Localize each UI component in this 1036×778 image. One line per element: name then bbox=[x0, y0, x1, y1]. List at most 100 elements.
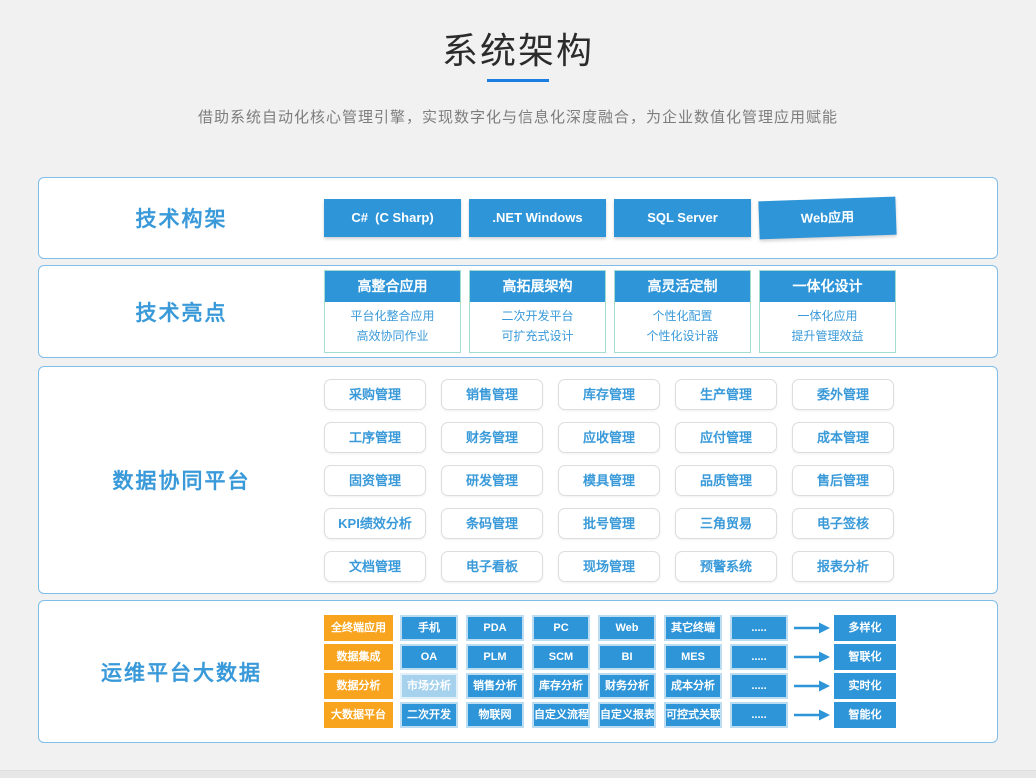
highlight-card-title: 高整合应用 bbox=[325, 271, 460, 302]
bigdata-category-button[interactable]: 全终端应用 bbox=[324, 615, 393, 641]
highlight-card-body: 一体化应用提升管理效益 bbox=[760, 302, 895, 352]
module-button[interactable]: 三角贸易 bbox=[675, 508, 777, 539]
bigdata-item-button[interactable]: ..... bbox=[730, 673, 788, 699]
module-button[interactable]: 委外管理 bbox=[792, 379, 894, 410]
module-button[interactable]: 应付管理 bbox=[675, 422, 777, 453]
highlight-card-line: 平台化整合应用 bbox=[325, 306, 460, 326]
module-button[interactable]: 条码管理 bbox=[441, 508, 543, 539]
module-button[interactable]: 生产管理 bbox=[675, 379, 777, 410]
title-underline bbox=[487, 79, 549, 82]
module-button[interactable]: 品质管理 bbox=[675, 465, 777, 496]
module-button[interactable]: 报表分析 bbox=[792, 551, 894, 582]
bigdata-category-button[interactable]: 数据集成 bbox=[324, 644, 393, 670]
module-button[interactable]: 批号管理 bbox=[558, 508, 660, 539]
bigdata-row: 大数据平台二次开发物联网自定义流程自定义报表可控式关联..... 智能化 bbox=[324, 702, 896, 728]
bigdata-category-button[interactable]: 数据分析 bbox=[324, 673, 393, 699]
module-button[interactable]: 电子看板 bbox=[441, 551, 543, 582]
module-button[interactable]: 财务管理 bbox=[441, 422, 543, 453]
module-grid: 采购管理销售管理库存管理生产管理委外管理工序管理财务管理应收管理应付管理成本管理… bbox=[324, 379, 894, 582]
tech-button[interactable]: SQL Server bbox=[614, 199, 751, 237]
highlight-card-line: 提升管理效益 bbox=[760, 326, 895, 346]
highlight-card-title: 高拓展架构 bbox=[470, 271, 605, 302]
page-subtitle: 借助系统自动化核心管理引擎，实现数字化与信息化深度融合，为企业数值化管理应用赋能 bbox=[0, 106, 1036, 127]
bigdata-item-button[interactable]: Web bbox=[598, 615, 656, 641]
bigdata-item-button[interactable]: PLM bbox=[466, 644, 524, 670]
module-button[interactable]: 销售管理 bbox=[441, 379, 543, 410]
bigdata-item-button[interactable]: 成本分析 bbox=[664, 673, 722, 699]
bigdata-item-button[interactable]: PDA bbox=[466, 615, 524, 641]
bigdata-row: 数据分析市场分析销售分析库存分析财务分析成本分析..... 实时化 bbox=[324, 673, 896, 699]
bigdata-item-button[interactable]: SCM bbox=[532, 644, 590, 670]
footer-strip bbox=[0, 770, 1036, 778]
bigdata-item-button[interactable]: 自定义报表 bbox=[598, 702, 656, 728]
bigdata-item-button[interactable]: 二次开发 bbox=[400, 702, 458, 728]
bigdata-result-button[interactable]: 智联化 bbox=[834, 644, 896, 670]
bigdata-item-button[interactable]: 手机 bbox=[400, 615, 458, 641]
bigdata-category-button[interactable]: 大数据平台 bbox=[324, 702, 393, 728]
module-button[interactable]: 研发管理 bbox=[441, 465, 543, 496]
bigdata-item-button[interactable]: BI bbox=[598, 644, 656, 670]
module-button[interactable]: 售后管理 bbox=[792, 465, 894, 496]
module-button[interactable]: 成本管理 bbox=[792, 422, 894, 453]
module-button[interactable]: 模具管理 bbox=[558, 465, 660, 496]
module-button[interactable]: 库存管理 bbox=[558, 379, 660, 410]
module-button[interactable]: KPI绩效分析 bbox=[324, 508, 426, 539]
module-button[interactable]: 工序管理 bbox=[324, 422, 426, 453]
bigdata-result-button[interactable]: 智能化 bbox=[834, 702, 896, 728]
highlight-card-line: 个性化配置 bbox=[615, 306, 750, 326]
highlight-card-title: 高灵活定制 bbox=[615, 271, 750, 302]
bigdata-item-button[interactable]: 可控式关联 bbox=[664, 702, 722, 728]
bigdata-result-button[interactable]: 多样化 bbox=[834, 615, 896, 641]
section-data-platform: 数据协同平台 采购管理销售管理库存管理生产管理委外管理工序管理财务管理应收管理应… bbox=[38, 366, 998, 594]
highlight-card: 高灵活定制个性化配置个性化设计器 bbox=[614, 270, 751, 353]
highlight-card: 一体化设计一体化应用提升管理效益 bbox=[759, 270, 896, 353]
bigdata-item-button[interactable]: PC bbox=[532, 615, 590, 641]
system-architecture-page: 系统架构 借助系统自动化核心管理引擎，实现数字化与信息化深度融合，为企业数值化管… bbox=[0, 0, 1036, 778]
module-button[interactable]: 现场管理 bbox=[558, 551, 660, 582]
tech-button[interactable]: Web应用 bbox=[758, 197, 896, 240]
arrow-right-icon bbox=[794, 651, 830, 663]
highlight-card: 高拓展架构二次开发平台可扩充式设计 bbox=[469, 270, 606, 353]
bigdata-item-button[interactable]: 销售分析 bbox=[466, 673, 524, 699]
bigdata-item-button[interactable]: 市场分析 bbox=[400, 673, 458, 699]
bigdata-item-button[interactable]: 自定义流程 bbox=[532, 702, 590, 728]
arrow-right-icon bbox=[794, 622, 830, 634]
highlight-card-line: 个性化设计器 bbox=[615, 326, 750, 346]
tech-button[interactable]: .NET Windows bbox=[469, 199, 606, 237]
module-button[interactable]: 固资管理 bbox=[324, 465, 426, 496]
tech-button[interactable]: C# (C Sharp) bbox=[324, 199, 461, 237]
bigdata-rows: 全终端应用手机 PDA PC Web 其它终端..... 多样化数据集成 OA PLM SCM B… bbox=[324, 615, 896, 728]
bigdata-item-button[interactable]: ..... bbox=[730, 702, 788, 728]
section-highlights: 技术亮点 高整合应用平台化整合应用高效协同作业高拓展架构二次开发平台可扩充式设计… bbox=[38, 265, 998, 358]
bigdata-item-button[interactable]: 财务分析 bbox=[598, 673, 656, 699]
bigdata-item-button[interactable]: ..... bbox=[730, 644, 788, 670]
bigdata-item-button[interactable]: 物联网 bbox=[466, 702, 524, 728]
module-button[interactable]: 预警系统 bbox=[675, 551, 777, 582]
highlight-card-line: 高效协同作业 bbox=[325, 326, 460, 346]
bigdata-item-button[interactable]: 库存分析 bbox=[532, 673, 590, 699]
bigdata-item-button[interactable]: ..... bbox=[730, 615, 788, 641]
tech-stack-buttons: C# (C Sharp).NET WindowsSQL ServerWeb应用 bbox=[324, 199, 997, 237]
module-button[interactable]: 采购管理 bbox=[324, 379, 426, 410]
bigdata-row: 数据集成 OA PLM SCM BI MES..... 智联化 bbox=[324, 644, 896, 670]
highlight-card-line: 可扩充式设计 bbox=[470, 326, 605, 346]
page-title: 系统架构 bbox=[0, 22, 1036, 74]
bigdata-result-button[interactable]: 实时化 bbox=[834, 673, 896, 699]
module-button[interactable]: 电子签核 bbox=[792, 508, 894, 539]
bigdata-item-button[interactable]: 其它终端 bbox=[664, 615, 722, 641]
arrow-right-icon bbox=[794, 709, 830, 721]
highlight-card-line: 二次开发平台 bbox=[470, 306, 605, 326]
module-button[interactable]: 应收管理 bbox=[558, 422, 660, 453]
highlight-card-title: 一体化设计 bbox=[760, 271, 895, 302]
section-tech-stack: 技术构架 C# (C Sharp).NET WindowsSQL ServerW… bbox=[38, 177, 998, 259]
arrow-right-icon bbox=[794, 680, 830, 692]
section-label-tech-stack: 技术构架 bbox=[39, 203, 324, 233]
bigdata-item-button[interactable]: OA bbox=[400, 644, 458, 670]
bigdata-item-button[interactable]: MES bbox=[664, 644, 722, 670]
section-bigdata: 运维平台大数据 全终端应用手机 PDA PC Web 其它终端..... 多样化数据集成 O… bbox=[38, 600, 998, 743]
highlight-card: 高整合应用平台化整合应用高效协同作业 bbox=[324, 270, 461, 353]
module-button[interactable]: 文档管理 bbox=[324, 551, 426, 582]
highlight-card-body: 二次开发平台可扩充式设计 bbox=[470, 302, 605, 352]
section-label-bigdata: 运维平台大数据 bbox=[39, 657, 324, 687]
highlight-cards: 高整合应用平台化整合应用高效协同作业高拓展架构二次开发平台可扩充式设计高灵活定制… bbox=[324, 270, 997, 353]
